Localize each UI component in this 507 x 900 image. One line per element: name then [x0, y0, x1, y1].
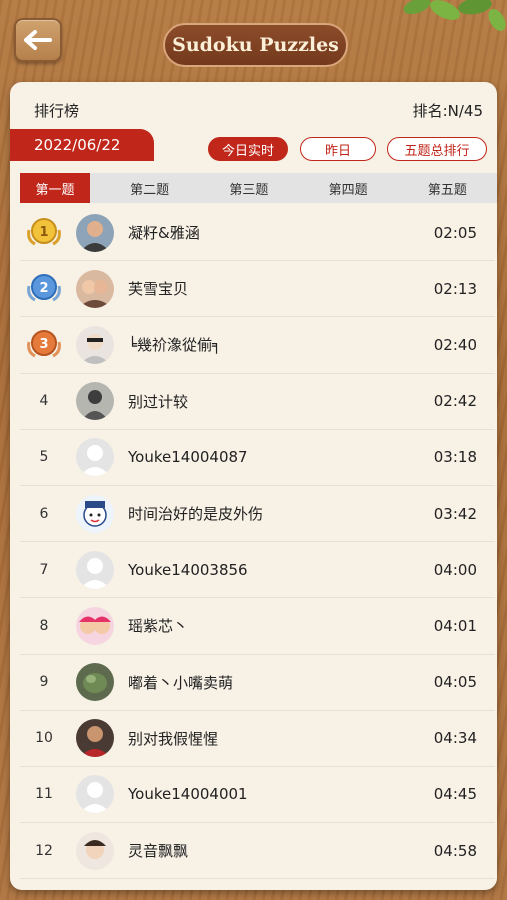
- leaderboard-panel: 排行榜 排名:N/45 2022/06/22 今日实时 昨日 五题总排行 第一题…: [10, 82, 497, 890]
- ranking-row[interactable]: 1 凝籽&雅涵 02:05: [20, 205, 495, 262]
- avatar: [76, 719, 114, 758]
- tab-puzzle-2[interactable]: 第二题: [100, 173, 199, 203]
- player-time: 04:05: [433, 673, 477, 692]
- rank-number: 8: [39, 617, 49, 634]
- rank-number: 4: [39, 393, 49, 410]
- ranking-row[interactable]: 8 瑶紫芯丶 04:01: [20, 598, 495, 655]
- avatar: [76, 213, 114, 252]
- player-name: ╘幾祄潒從偂╕: [128, 336, 222, 355]
- ranking-row[interactable]: 3 ╘幾祄潒從偂╕ 02:40: [20, 317, 495, 374]
- default-avatar-icon: [76, 550, 114, 589]
- player-time: 02:05: [433, 223, 477, 242]
- ranking-list: 1 凝籽&雅涵 02:05 2 芙雪宝贝 02:13 3 ╘幾祄潒從偂╕ 02:…: [20, 205, 495, 880]
- player-time: 02:13: [433, 279, 477, 298]
- tab-puzzle-3[interactable]: 第三题: [199, 173, 298, 203]
- ranking-row[interactable]: 11 Youke14004001 04:45: [20, 767, 495, 824]
- player-name: 灵音飘飘: [128, 842, 189, 861]
- rank-number: 7: [39, 561, 49, 578]
- player-name: Youke14004087: [128, 448, 248, 467]
- player-time: 02:42: [433, 392, 477, 411]
- avatar: [76, 382, 114, 421]
- ranking-row[interactable]: 2 芙雪宝贝 02:13: [20, 261, 495, 318]
- rank-number: 11: [35, 786, 53, 803]
- player-name: 时间治好的是皮外伤: [128, 505, 264, 524]
- ranking-row[interactable]: 7 Youke14003856 04:00: [20, 542, 495, 599]
- page-title: Sudoku Puzzles: [163, 23, 348, 67]
- silver-medal-icon: 2: [27, 273, 61, 302]
- filter-today-button[interactable]: 今日实时: [208, 137, 288, 161]
- leaves-decoration: [403, 0, 506, 31]
- ranking-row[interactable]: 12 灵音飘飘 04:58: [20, 823, 495, 880]
- player-name: 瑶紫芯丶: [128, 617, 189, 636]
- player-name: Youke14004001: [128, 785, 248, 804]
- rank-number: 10: [35, 730, 53, 747]
- avatar: [76, 831, 114, 870]
- board-title: 排行榜: [34, 102, 80, 120]
- default-avatar-icon: [76, 775, 114, 814]
- player-name: Youke14003856: [128, 560, 248, 579]
- avatar: [76, 494, 114, 533]
- tab-puzzle-4[interactable]: 第四题: [299, 173, 398, 203]
- svg-text:1: 1: [39, 225, 48, 240]
- avatar: [76, 663, 114, 702]
- player-time: 04:34: [433, 729, 477, 748]
- player-time: 04:45: [433, 785, 477, 804]
- default-avatar-icon: [76, 438, 114, 477]
- tab-puzzle-5[interactable]: 第五题: [398, 173, 497, 203]
- rank-info: 排名:N/45: [412, 102, 483, 120]
- rank-number: 6: [39, 505, 49, 522]
- date-label: 2022/06/22: [10, 129, 154, 161]
- player-name: 别过计较: [128, 392, 189, 411]
- back-arrow-icon: [24, 30, 52, 50]
- ranking-row[interactable]: 6 时间治好的是皮外伤 03:42: [20, 486, 495, 543]
- gold-medal-icon: 1: [27, 217, 61, 245]
- bronze-medal-icon: 3: [27, 329, 61, 358]
- player-time: 04:00: [433, 560, 477, 579]
- tab-puzzle-1[interactable]: 第一题: [20, 173, 90, 203]
- player-name: 别对我假惺惺: [128, 729, 219, 748]
- ranking-row[interactable]: 4 别过计较 02:42: [20, 374, 495, 430]
- player-time: 03:18: [433, 448, 477, 467]
- player-name: 芙雪宝贝: [128, 280, 189, 299]
- rank-number: 5: [39, 449, 49, 466]
- player-time: 04:58: [433, 841, 477, 860]
- rank-number: 12: [35, 842, 53, 859]
- ranking-row[interactable]: 5 Youke14004087 03:18: [20, 430, 495, 486]
- rank-number: 9: [39, 674, 49, 691]
- svg-text:2: 2: [39, 281, 48, 296]
- avatar: [76, 269, 114, 308]
- filter-yesterday-button[interactable]: 昨日: [300, 137, 376, 161]
- player-time: 03:42: [433, 504, 477, 523]
- ranking-row[interactable]: 9 嘟着丶小嘴卖萌 04:05: [20, 655, 495, 711]
- back-button[interactable]: [14, 18, 62, 62]
- filter-total-button[interactable]: 五题总排行: [387, 137, 487, 161]
- puzzle-tabs: 第一题 第二题 第三题 第四题 第五题: [20, 173, 497, 203]
- avatar: [76, 606, 114, 645]
- svg-text:3: 3: [39, 337, 48, 352]
- avatar: [76, 325, 114, 364]
- player-name: 凝籽&雅涵: [128, 224, 200, 243]
- player-name: 嘟着丶小嘴卖萌: [128, 673, 234, 692]
- ranking-row[interactable]: 10 别对我假惺惺 04:34: [20, 711, 495, 767]
- player-time: 04:01: [433, 616, 477, 635]
- player-time: 02:40: [433, 335, 477, 354]
